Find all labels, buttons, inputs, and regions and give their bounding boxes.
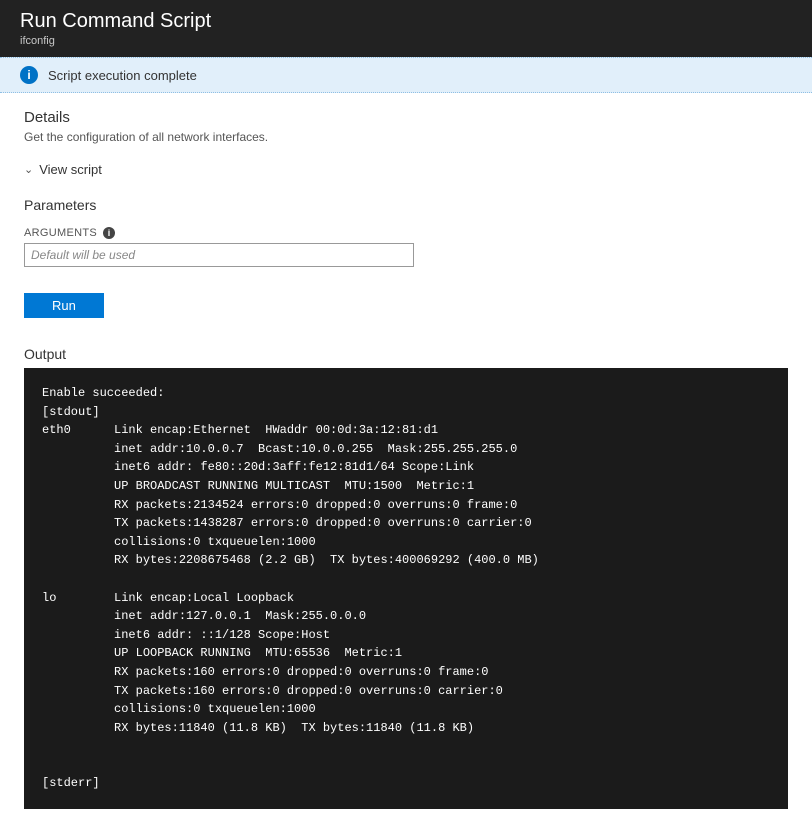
details-heading: Details: [24, 109, 788, 126]
info-icon: i: [20, 66, 38, 84]
content-area: Details Get the configuration of all net…: [0, 93, 812, 825]
view-script-toggle[interactable]: ⌄ View script: [24, 162, 788, 177]
arguments-label: ARGUMENTS: [24, 227, 97, 239]
help-icon[interactable]: i: [103, 227, 115, 239]
output-terminal: Enable succeeded: [stdout] eth0 Link enc…: [24, 368, 788, 809]
arguments-label-row: ARGUMENTS i: [24, 227, 788, 239]
arguments-input[interactable]: [24, 243, 414, 267]
chevron-down-icon: ⌄: [24, 163, 33, 176]
page-header: Run Command Script ifconfig: [0, 0, 812, 57]
view-script-label: View script: [39, 162, 102, 177]
status-text: Script execution complete: [48, 68, 197, 83]
output-heading: Output: [24, 346, 788, 362]
parameters-heading: Parameters: [24, 197, 788, 213]
page-subtitle: ifconfig: [20, 35, 792, 47]
run-button[interactable]: Run: [24, 293, 104, 318]
details-description: Get the configuration of all network int…: [24, 130, 788, 144]
status-bar: i Script execution complete: [0, 57, 812, 93]
page-title: Run Command Script: [20, 10, 792, 33]
